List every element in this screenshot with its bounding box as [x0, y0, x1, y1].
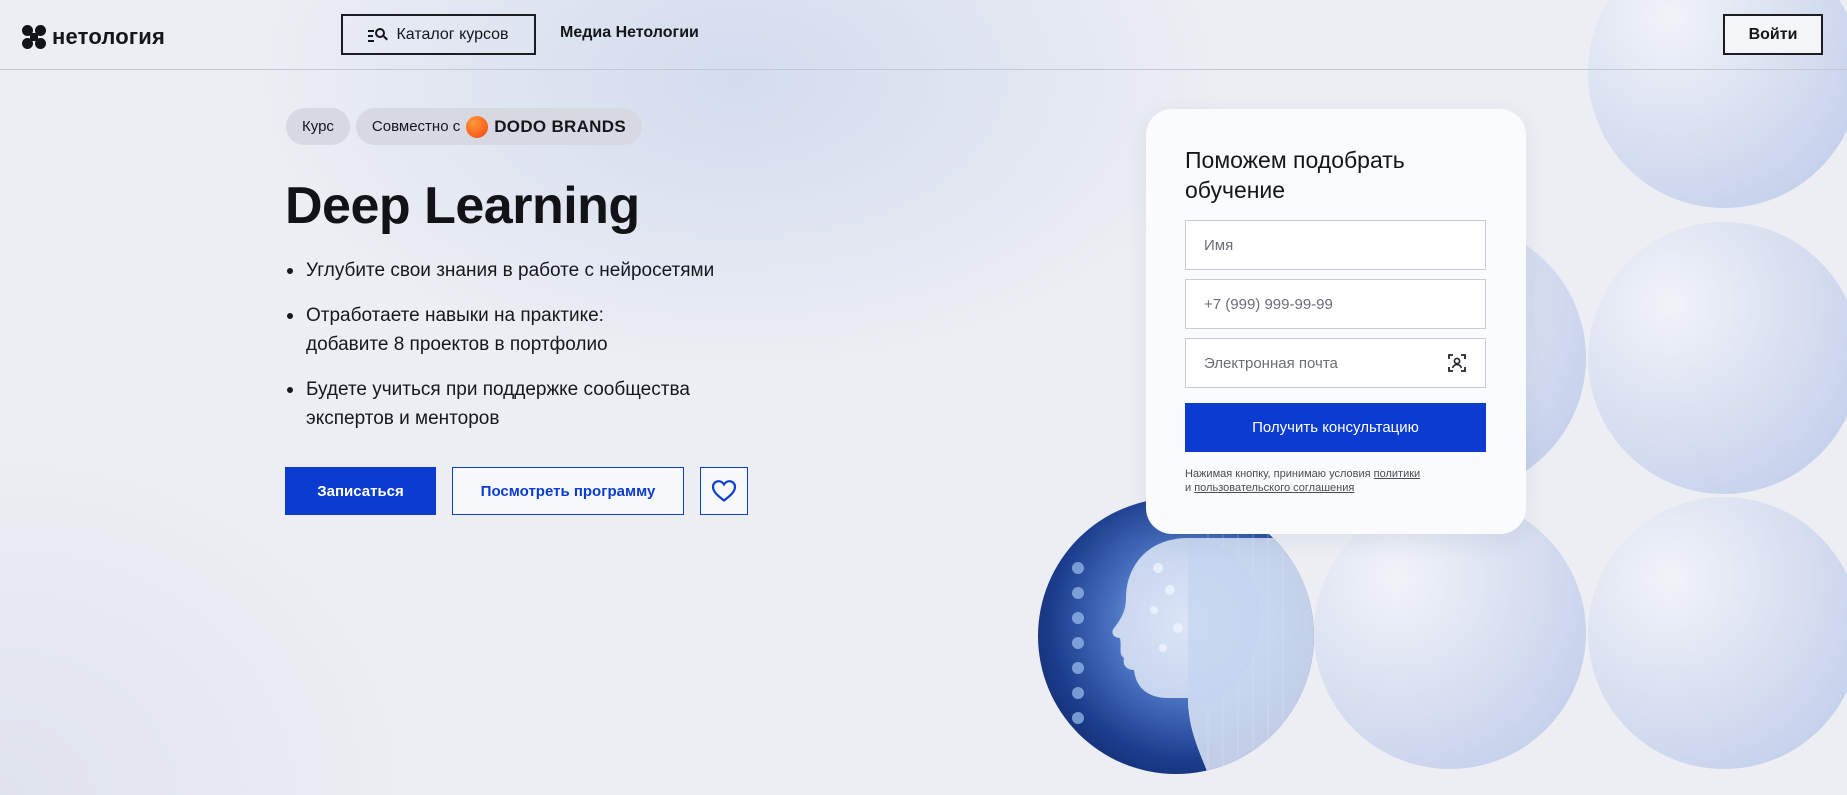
catalog-search-icon — [368, 27, 389, 43]
disclaimer-text: Нажимая кнопку, принимаю условия — [1185, 468, 1371, 480]
tag-partner: Совместно с DODO BRANDS — [355, 108, 642, 145]
form-disclaimer: Нажимая кнопку, принимаю условия политик… — [1185, 467, 1485, 495]
enroll-button[interactable]: Записаться — [285, 467, 436, 515]
netology-logo-icon — [22, 25, 46, 49]
site-header: нетология Каталог курсов Медиа Нетологии… — [0, 0, 1847, 70]
decor-circle — [1314, 497, 1586, 769]
name-field — [1185, 220, 1486, 270]
hero-actions: Записаться Посмотреть программу — [285, 467, 748, 515]
phone-input[interactable] — [1204, 295, 1467, 313]
view-program-button[interactable]: Посмотреть программу — [452, 467, 684, 515]
tag-partner-prefix: Совместно с — [371, 118, 461, 135]
site-logo[interactable]: нетология — [22, 24, 165, 50]
login-button[interactable]: Войти — [1723, 14, 1823, 55]
list-item: Углубите свои знания в работе с нейросет… — [286, 256, 806, 285]
disclaimer-and: и — [1185, 482, 1192, 494]
hero-illustration — [1038, 498, 1314, 774]
list-item: Отработаете навыки на практике: добавите… — [286, 301, 676, 359]
list-item: Будете учиться при поддержке сообщества … — [286, 375, 726, 433]
logo-text: нетология — [52, 24, 166, 49]
email-input[interactable] — [1204, 354, 1447, 372]
catalog-button[interactable]: Каталог курсов — [341, 14, 536, 55]
agreement-link[interactable]: пользовательского соглашения — [1194, 482, 1354, 494]
phone-field — [1185, 279, 1486, 329]
catalog-button-label: Каталог курсов — [396, 25, 509, 43]
get-consultation-button[interactable]: Получить консультацию — [1185, 403, 1486, 452]
email-field — [1185, 338, 1486, 388]
name-input[interactable] — [1204, 236, 1467, 254]
decor-circle — [1588, 497, 1847, 769]
course-tags: Курс Совместно с DODO BRANDS — [286, 108, 642, 145]
benefits-list: Углубите свои знания в работе с нейросет… — [286, 256, 806, 449]
form-title: Поможем подобрать обучение — [1185, 147, 1405, 203]
dodo-logo-icon — [466, 115, 489, 138]
partner-name: DODO BRANDS — [494, 116, 626, 136]
media-link[interactable]: Медиа Нетологии — [560, 24, 699, 42]
page-title: Deep Learning — [285, 177, 640, 235]
consultation-form-card: Поможем подобрать обучение Получить конс… — [1146, 109, 1526, 534]
favorite-button[interactable] — [700, 467, 748, 515]
heart-icon — [711, 480, 737, 502]
decor-circle — [1588, 222, 1847, 494]
tag-course: Курс — [286, 108, 350, 145]
policy-link[interactable]: политики — [1374, 468, 1421, 480]
autofill-icon[interactable] — [1447, 353, 1467, 373]
ai-head-illustration — [1072, 508, 1314, 774]
